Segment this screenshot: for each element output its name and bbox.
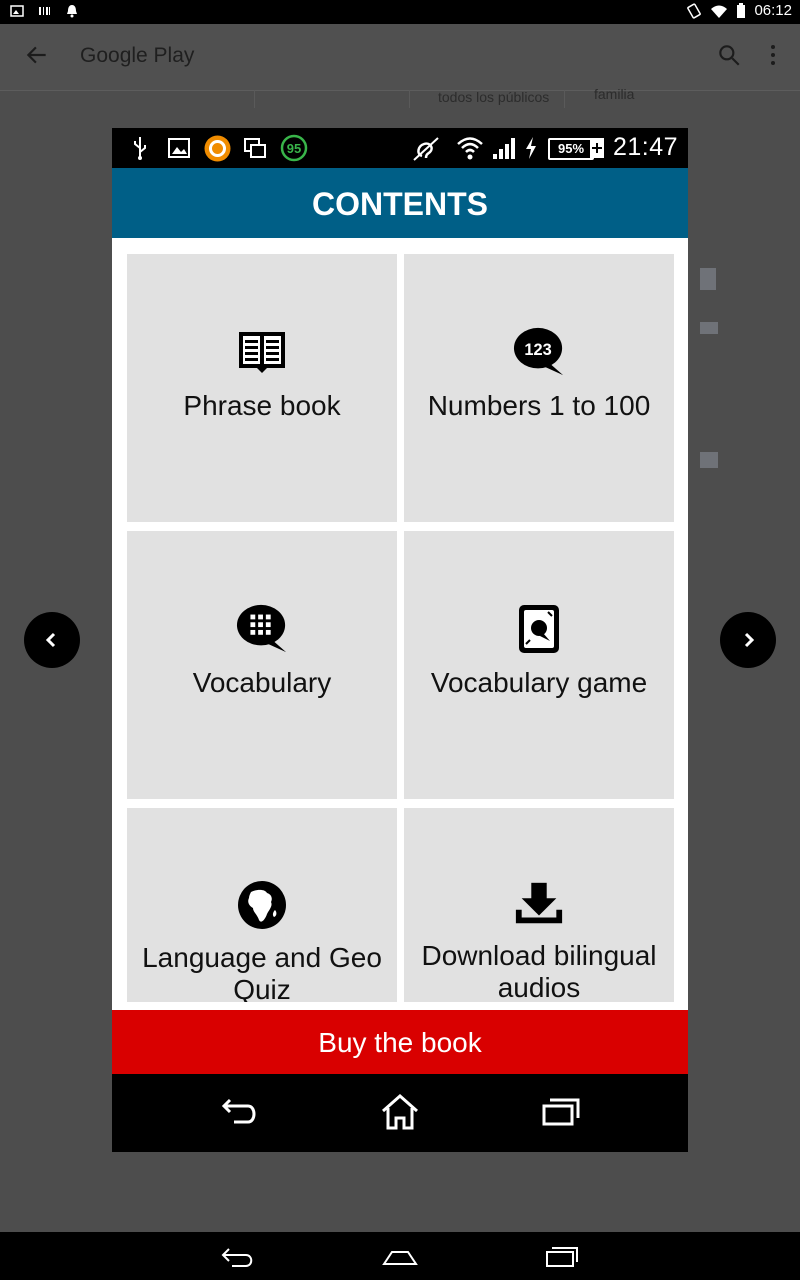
score-badge-icon: 95 — [280, 134, 308, 162]
app-screenshot: 95 95% 21:47 CONTENTS Phrase book 123 Nu… — [112, 128, 688, 1152]
tile-label: Phrase book — [183, 390, 341, 421]
background-fragment — [700, 322, 718, 334]
battery-plus-icon — [590, 138, 604, 158]
back-nav-icon[interactable] — [220, 1094, 260, 1128]
divider — [254, 90, 255, 108]
usb-icon — [134, 137, 146, 160]
previous-screenshot-button[interactable] — [24, 612, 80, 668]
barcode-notification-icon — [39, 7, 50, 15]
tile-label: Vocabulary — [192, 667, 332, 698]
next-screenshot-button[interactable] — [720, 612, 776, 668]
tile-vocabulary[interactable]: Vocabulary — [127, 531, 397, 799]
download-icon — [513, 880, 565, 928]
buy-the-book-button[interactable]: Buy the book — [112, 1010, 688, 1074]
tile-label: Numbers 1 to 100 — [427, 390, 651, 421]
tile-label: Language and Geo Quiz — [142, 942, 382, 1002]
chevron-left-icon — [45, 632, 56, 648]
recent-apps-nav-icon[interactable] — [544, 1244, 580, 1268]
home-nav-icon[interactable] — [380, 1094, 420, 1130]
image-notification-icon — [10, 5, 24, 17]
score-badge-text: 95 — [287, 141, 301, 156]
back-nav-icon[interactable] — [220, 1246, 256, 1268]
phone-clock: 21:47 — [612, 133, 678, 161]
contents-header: CONTENTS — [112, 168, 688, 238]
family-text: familia — [594, 86, 635, 102]
tile-vocabulary-game[interactable]: Vocabulary game — [404, 531, 674, 799]
wifi-icon — [711, 5, 728, 18]
numbers-bubble-icon: 123 — [513, 326, 565, 378]
tile-phrase-book[interactable]: Phrase book — [127, 254, 397, 522]
recent-apps-nav-icon[interactable] — [540, 1094, 580, 1128]
signal-icon — [493, 138, 515, 159]
vocabulary-bubble-icon — [236, 603, 288, 655]
orange-app-icon — [204, 135, 231, 162]
tile-language-geo-quiz[interactable]: Language and Geo Quiz — [127, 808, 397, 1002]
divider — [409, 90, 410, 108]
background-fragment — [700, 268, 716, 290]
divider — [564, 90, 565, 108]
system-status-bar: 06:12 — [0, 0, 800, 24]
search-icon[interactable] — [716, 42, 742, 68]
age-rating-text: todos los públicos — [438, 89, 550, 105]
store-title: Google Play — [80, 44, 195, 67]
home-nav-icon[interactable] — [382, 1246, 418, 1268]
play-store-app-bar: Google Play — [0, 24, 800, 91]
battery-percentage: 95% — [548, 138, 594, 160]
back-arrow-icon[interactable] — [24, 42, 50, 68]
battery-icon — [737, 2, 746, 18]
bell-notification-icon — [67, 5, 77, 18]
background-fragment — [700, 452, 718, 468]
overflow-menu-icon[interactable] — [768, 42, 778, 68]
tile-label: Vocabulary game — [430, 667, 648, 698]
hearing-aid-icon — [413, 137, 439, 161]
phone-navigation-bar — [112, 1074, 688, 1152]
phrase-book-icon — [236, 326, 288, 378]
system-clock: 06:12 — [754, 2, 792, 19]
screen-mirror-icon — [244, 138, 266, 158]
tile-download-audios[interactable]: Download bilingual audios — [404, 808, 674, 1002]
wifi-icon — [457, 137, 483, 160]
numbers-icon-text: 123 — [524, 341, 551, 359]
device-navigation-bar — [0, 1232, 800, 1280]
tile-label: Download bilingual audios — [421, 940, 657, 1002]
tile-numbers[interactable]: 123 Numbers 1 to 100 — [404, 254, 674, 522]
rotation-icon — [687, 2, 702, 19]
chevron-right-icon — [744, 632, 755, 648]
playing-card-icon — [513, 603, 565, 655]
charging-icon — [526, 137, 536, 159]
image-icon — [168, 138, 190, 158]
phone-status-bar: 95 95% 21:47 — [112, 128, 688, 168]
globe-icon — [236, 880, 288, 930]
